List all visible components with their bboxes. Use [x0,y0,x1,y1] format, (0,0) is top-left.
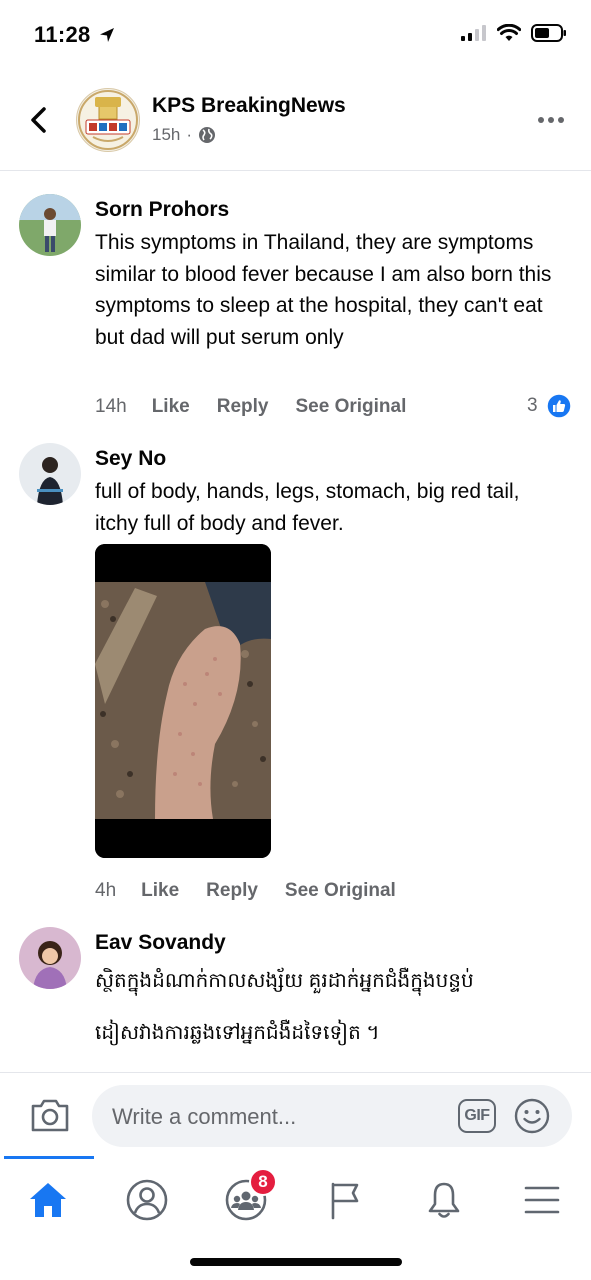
reaction-count[interactable]: 3 [527,393,572,419]
tab-menu[interactable] [512,1172,572,1228]
rash-photo-image [95,544,271,858]
see-original-button[interactable]: See Original [295,396,406,418]
tab-home[interactable] [18,1172,78,1228]
flag-icon [331,1182,359,1220]
like-button[interactable]: Like [141,880,179,902]
camera-button[interactable] [30,1097,70,1133]
see-original-button[interactable]: See Original [285,880,396,902]
commenter-avatar[interactable] [19,194,81,256]
comment-text: full of body, hands, legs, stomach, big … [95,480,520,535]
status-indicators [461,24,567,42]
comment-time: 14h [95,396,127,417]
like-button[interactable]: Like [152,396,190,418]
reply-button[interactable]: Reply [206,880,258,902]
tab-pages[interactable] [315,1172,375,1228]
comment-text-line2: ដៀសវាងការឆ្លងទៅអ្នកជំងឺដទៃទៀត ។ [95,1022,380,1044]
bell-icon [428,1182,460,1218]
gif-button[interactable]: GIF [458,1099,496,1133]
post-header: KPS BreakingNews 15h · [0,76,591,171]
comment-actions: 14h Like Reply See Original [95,396,406,418]
post-time: 15h [152,125,181,144]
camera-icon [31,1099,69,1132]
commenter-avatar[interactable] [19,443,81,505]
status-time: 11:28 [34,22,115,48]
comment-time: 4h [95,880,117,901]
page-avatar[interactable] [76,88,140,152]
comment-text-line1: ស្ថិតក្នុងដំណាក់កាលសង្ស័យ គួរដាក់អ្នកជំង… [95,970,474,992]
location-arrow-icon [99,28,114,42]
emoji-button[interactable] [514,1098,550,1134]
meta-separator: · [186,125,193,144]
tab-profile[interactable] [117,1172,177,1228]
comment-text: This symptoms in Thailand, they are symp… [95,231,552,349]
comment-author[interactable]: Eav Sovandy [95,931,226,955]
back-button[interactable] [22,100,54,140]
reply-button[interactable]: Reply [217,396,269,418]
page-logo-icon [78,90,138,150]
comment-actions: 4h Like Reply See Original [95,880,396,902]
chevron-left-icon [31,107,46,133]
page-name[interactable]: KPS BreakingNews [152,94,346,118]
home-icon [30,1183,66,1217]
active-tab-indicator [4,1156,94,1159]
comment-author[interactable]: Sorn Prohors [95,198,229,222]
comment-input-container[interactable]: GIF [92,1085,572,1149]
globe-icon [199,127,216,143]
wifi-icon [497,24,521,41]
hamburger-menu-icon [524,1186,560,1214]
notification-badge: 8 [249,1168,277,1196]
avatar-photo [19,927,81,989]
comment-composer: GIF [0,1072,591,1159]
comment-input[interactable] [110,1085,444,1149]
post-meta: 15h · [152,125,216,145]
bottom-tab-bar: 8 [0,1156,591,1238]
avatar-photo [19,194,81,256]
home-indicator[interactable] [190,1258,402,1266]
commenter-avatar[interactable] [19,927,81,989]
like-reaction-icon [545,393,572,419]
more-dots-icon [538,117,564,123]
tab-notifications[interactable] [414,1172,474,1228]
comment-photo[interactable] [95,544,271,858]
clock-text: 11:28 [34,22,91,47]
gif-label: GIF [464,1107,490,1124]
smiley-icon [514,1098,550,1134]
battery-icon [531,24,566,42]
profile-icon [126,1179,168,1221]
tab-groups[interactable]: 8 [216,1168,277,1228]
cellular-signal-icon [461,25,486,41]
reaction-count-text: 3 [527,395,538,416]
avatar-photo [19,443,81,505]
comment-author[interactable]: Sey No [95,447,166,471]
more-options-button[interactable] [537,106,565,134]
